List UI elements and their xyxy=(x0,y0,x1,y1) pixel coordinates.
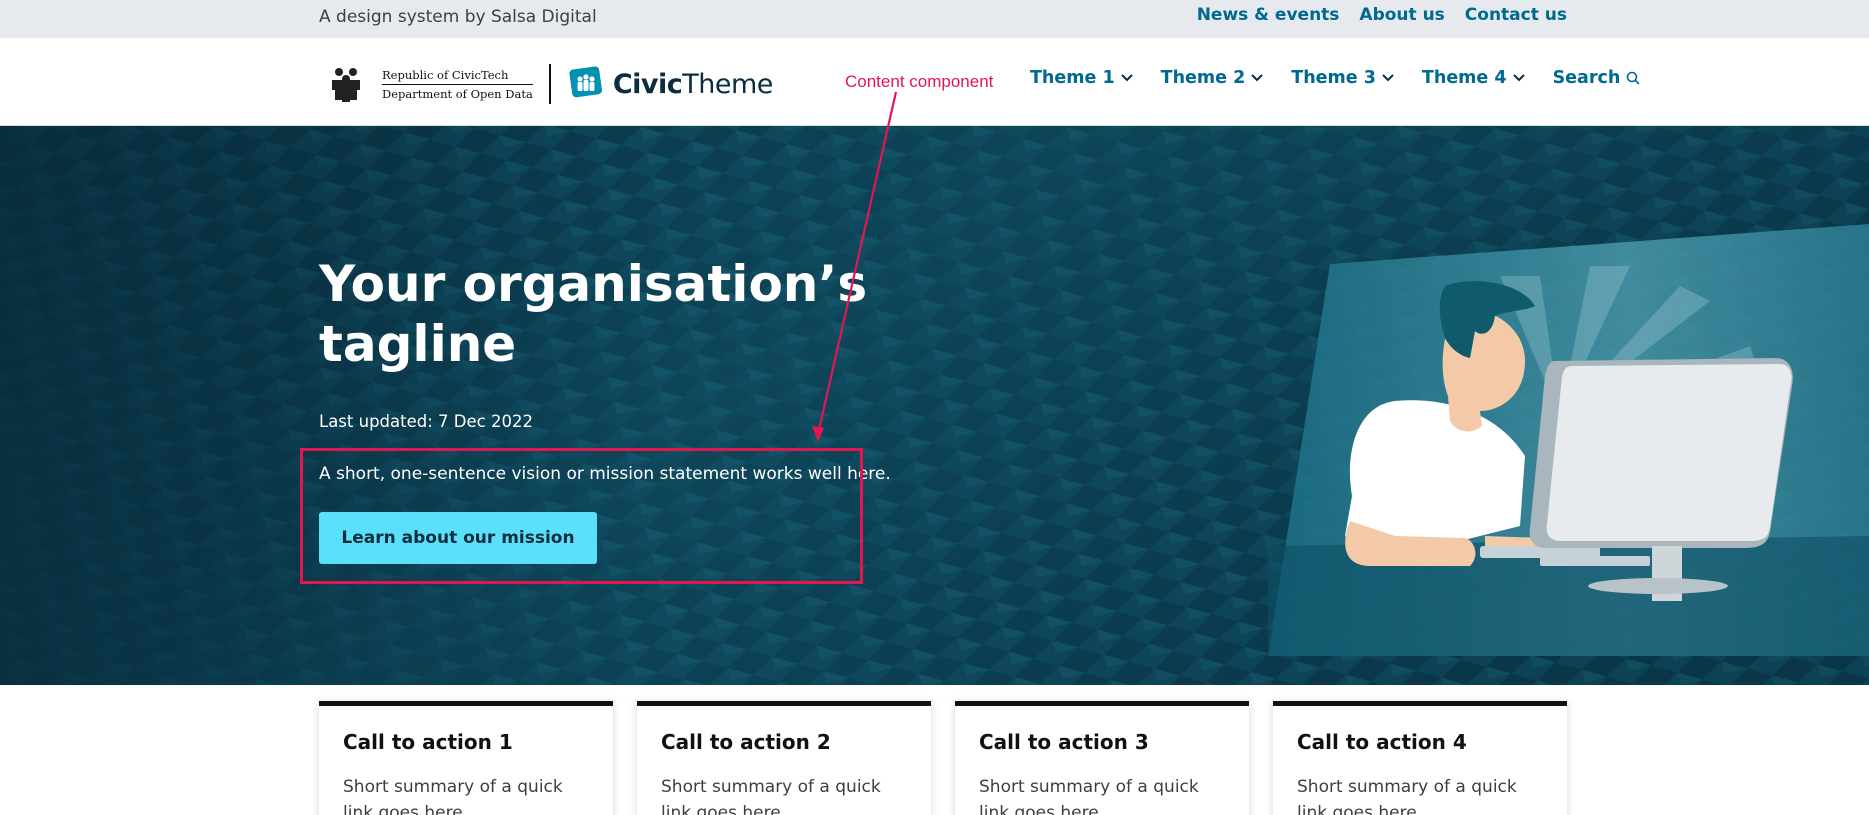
cta-card-1[interactable]: Call to action 1 Short summary of a quic… xyxy=(319,701,613,815)
cta-card-2-title: Call to action 2 xyxy=(661,730,831,754)
cta-card-3-title: Call to action 3 xyxy=(979,730,1149,754)
cta-card-1-title: Call to action 1 xyxy=(343,730,513,754)
cta-card-3-summary: Short summary of a quick link goes here xyxy=(979,777,1199,815)
cta-card-2-summary: Short summary of a quick link goes here xyxy=(661,777,881,815)
call-to-action-cards: Call to action 1 Short summary of a quic… xyxy=(0,685,1869,815)
cta-card-4[interactable]: Call to action 4 Short summary of a quic… xyxy=(1273,701,1567,815)
cta-card-2[interactable]: Call to action 2 Short summary of a quic… xyxy=(637,701,931,815)
cta-card-4-title: Call to action 4 xyxy=(1297,730,1467,754)
cta-card-1-summary: Short summary of a quick link goes here xyxy=(343,777,563,815)
cta-card-3[interactable]: Call to action 3 Short summary of a quic… xyxy=(955,701,1249,815)
cta-card-4-summary: Short summary of a quick link goes here xyxy=(1297,777,1517,815)
